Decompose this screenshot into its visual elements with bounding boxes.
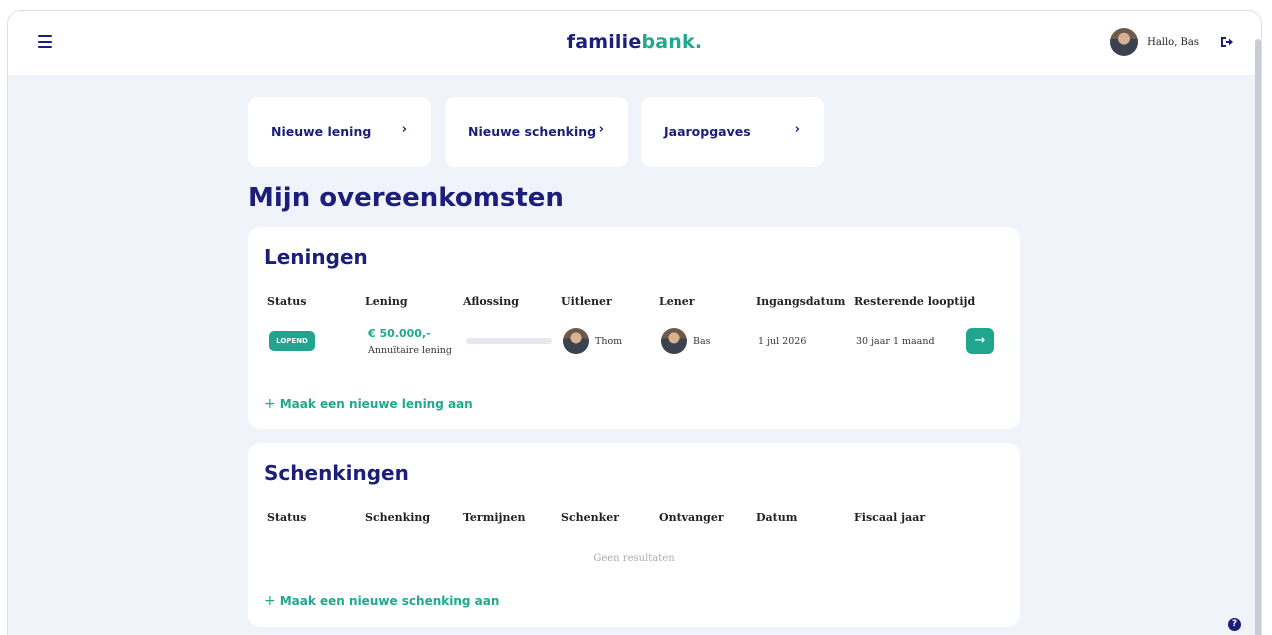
borrower-avatar — [661, 328, 687, 354]
chevron-right-icon: › — [794, 122, 800, 137]
gifts-title: Schenkingen — [264, 461, 409, 485]
loans-col-status: Status — [267, 295, 307, 308]
loan-remaining-term: 30 jaar 1 maand — [856, 336, 935, 347]
logo-part-1: familie — [566, 31, 642, 53]
gifts-card: Schenkingen Status Schenking Termijnen S… — [248, 443, 1020, 627]
loans-col-lender: Uitlener — [561, 295, 612, 308]
annual-statements-button[interactable]: Jaaropgaves › — [641, 97, 824, 167]
lender-name: Thom — [595, 335, 623, 347]
loans-col-loan: Lening — [365, 295, 408, 308]
lender-avatar — [563, 328, 589, 354]
status-badge: LOPEND — [269, 331, 315, 351]
chevron-right-icon: › — [598, 122, 604, 137]
annual-statements-label: Jaaropgaves — [664, 124, 751, 139]
loans-title: Leningen — [264, 245, 368, 269]
add-loan-label: Maak een nieuwe lening aan — [279, 397, 473, 411]
loan-type: Annuïtaire lening — [368, 345, 452, 356]
user-avatar — [1110, 28, 1139, 56]
logout-icon[interactable] — [1220, 35, 1234, 49]
top-bar: familiebank. Hallo, Bas — [8, 11, 1261, 75]
page-title: Mijn overeenkomsten — [248, 183, 564, 213]
add-gift-link[interactable]: + Maak een nieuwe schenking aan — [264, 593, 499, 609]
loans-col-borrower: Lener — [659, 295, 695, 308]
loan-amount: € 50.000,- — [368, 327, 431, 340]
loans-col-remaining: Resterende looptijd — [854, 295, 976, 308]
logo[interactable]: familiebank. — [567, 31, 703, 53]
borrower: Bas — [661, 328, 711, 354]
gifts-col-status: Status — [267, 511, 307, 524]
plus-icon: + — [264, 396, 276, 412]
logo-part-2: bank. — [641, 31, 703, 53]
gifts-col-gift: Schenking — [365, 511, 431, 524]
new-gift-button[interactable]: Nieuwe schenking › — [445, 97, 628, 167]
user-greeting: Hallo, Bas — [1147, 36, 1199, 48]
gifts-col-fiscal-year: Fiscaal jaar — [854, 511, 926, 524]
help-icon[interactable]: ? — [1228, 618, 1241, 631]
hamburger-icon[interactable] — [38, 35, 52, 48]
open-loan-button[interactable]: → — [966, 328, 994, 354]
new-gift-label: Nieuwe schenking — [468, 124, 597, 139]
loan-start-date: 1 jul 2026 — [758, 336, 807, 347]
new-loan-label: Nieuwe lening — [271, 124, 372, 139]
gifts-col-instalments: Termijnen — [463, 511, 526, 524]
loans-col-start-date: Ingangsdatum — [756, 295, 846, 308]
repayment-progress-bar — [466, 338, 552, 344]
user-menu[interactable]: Hallo, Bas — [1110, 28, 1199, 56]
scrollbar[interactable] — [1255, 39, 1261, 635]
arrow-right-icon: → — [974, 333, 986, 348]
plus-icon: + — [264, 593, 276, 609]
add-gift-label: Maak een nieuwe schenking aan — [279, 594, 500, 608]
new-loan-button[interactable]: Nieuwe lening › — [248, 97, 431, 167]
borrower-name: Bas — [693, 335, 711, 347]
loans-col-repayment: Aflossing — [463, 295, 519, 308]
add-loan-link[interactable]: + Maak een nieuwe lening aan — [264, 396, 473, 412]
gifts-col-recipient: Ontvanger — [659, 511, 724, 524]
loans-card: Leningen Status Lening Aflossing Uitlene… — [248, 227, 1020, 429]
app-window: familiebank. Hallo, Bas Nieuwe lening › … — [7, 10, 1262, 635]
gifts-col-donor: Schenker — [561, 511, 620, 524]
chevron-right-icon: › — [401, 122, 407, 137]
gifts-col-date: Datum — [756, 511, 798, 524]
gifts-empty-state: Geen resultaten — [593, 553, 675, 564]
lender: Thom — [563, 328, 622, 354]
